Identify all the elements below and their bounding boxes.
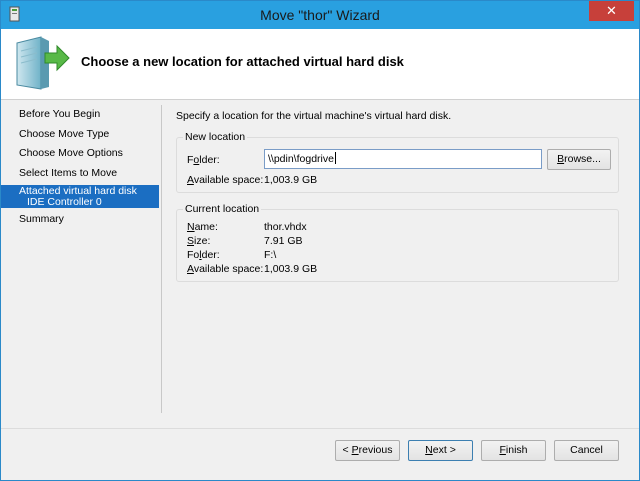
name-label: Name: <box>187 221 218 233</box>
finish-button[interactable]: Finish <box>481 440 546 461</box>
close-icon: ✕ <box>606 3 617 18</box>
server-move-icon <box>16 36 70 90</box>
current-folder-value: F:\ <box>264 249 277 261</box>
browse-button[interactable]: Browse... <box>547 149 611 170</box>
current-location-group: Current location Name: thor.vhdx Size: 7… <box>176 203 619 282</box>
page-title: Choose a new location for attached virtu… <box>81 54 404 69</box>
step-sublabel: IDE Controller 0 <box>27 196 102 208</box>
name-value: thor.vhdx <box>264 221 307 233</box>
current-space-value: 1,003.9 GB <box>264 263 318 275</box>
size-label: Size: <box>187 235 211 247</box>
wizard-header: Choose a new location for attached virtu… <box>1 29 639 100</box>
description-text: Specify a location for the virtual machi… <box>176 110 452 122</box>
current-folder-label: Folder: <box>187 249 220 261</box>
new-location-group: New location Folder: \\pdin\fogdrive Bro… <box>176 131 619 193</box>
close-button[interactable]: ✕ <box>589 1 634 21</box>
footer-divider <box>1 428 639 429</box>
step-label: Select Items to Move <box>19 167 118 179</box>
cancel-button[interactable]: Cancel <box>554 440 619 461</box>
title-bar[interactable]: Move "thor" Wizard ✕ <box>1 1 639 29</box>
step-choose-move-type[interactable]: Choose Move Type <box>1 128 159 144</box>
step-label: Summary <box>19 213 64 225</box>
folder-label: Folder: <box>187 154 220 166</box>
step-summary[interactable]: Summary <box>1 213 159 229</box>
step-choose-move-options[interactable]: Choose Move Options <box>1 147 159 163</box>
group-label: New location <box>183 131 248 143</box>
step-label: Before You Begin <box>19 108 101 120</box>
available-space-label: Available space: <box>187 174 264 186</box>
folder-input[interactable]: \\pdin\fogdrive <box>264 149 542 169</box>
wizard-steps: Before You Begin Choose Move Type Choose… <box>1 100 161 420</box>
step-select-items[interactable]: Select Items to Move <box>1 167 159 183</box>
size-value: 7.91 GB <box>264 235 303 247</box>
next-button[interactable]: Next > <box>408 440 473 461</box>
current-space-label: Available space: <box>187 263 264 275</box>
text-caret <box>334 152 336 164</box>
nav-divider <box>161 105 162 413</box>
previous-button[interactable]: < Previous <box>335 440 400 461</box>
step-before-you-begin[interactable]: Before You Begin <box>1 108 159 124</box>
group-label: Current location <box>183 203 262 215</box>
step-label: Choose Move Type <box>19 128 110 140</box>
window-title: Move "thor" Wizard <box>260 7 380 23</box>
step-attached-vhd[interactable]: Attached virtual hard disk IDE Controlle… <box>1 185 159 208</box>
wizard-window: Move "thor" Wizard ✕ Choose a new locati… <box>0 0 640 481</box>
step-label: Choose Move Options <box>19 147 123 159</box>
available-space-value: 1,003.9 GB <box>264 174 318 186</box>
